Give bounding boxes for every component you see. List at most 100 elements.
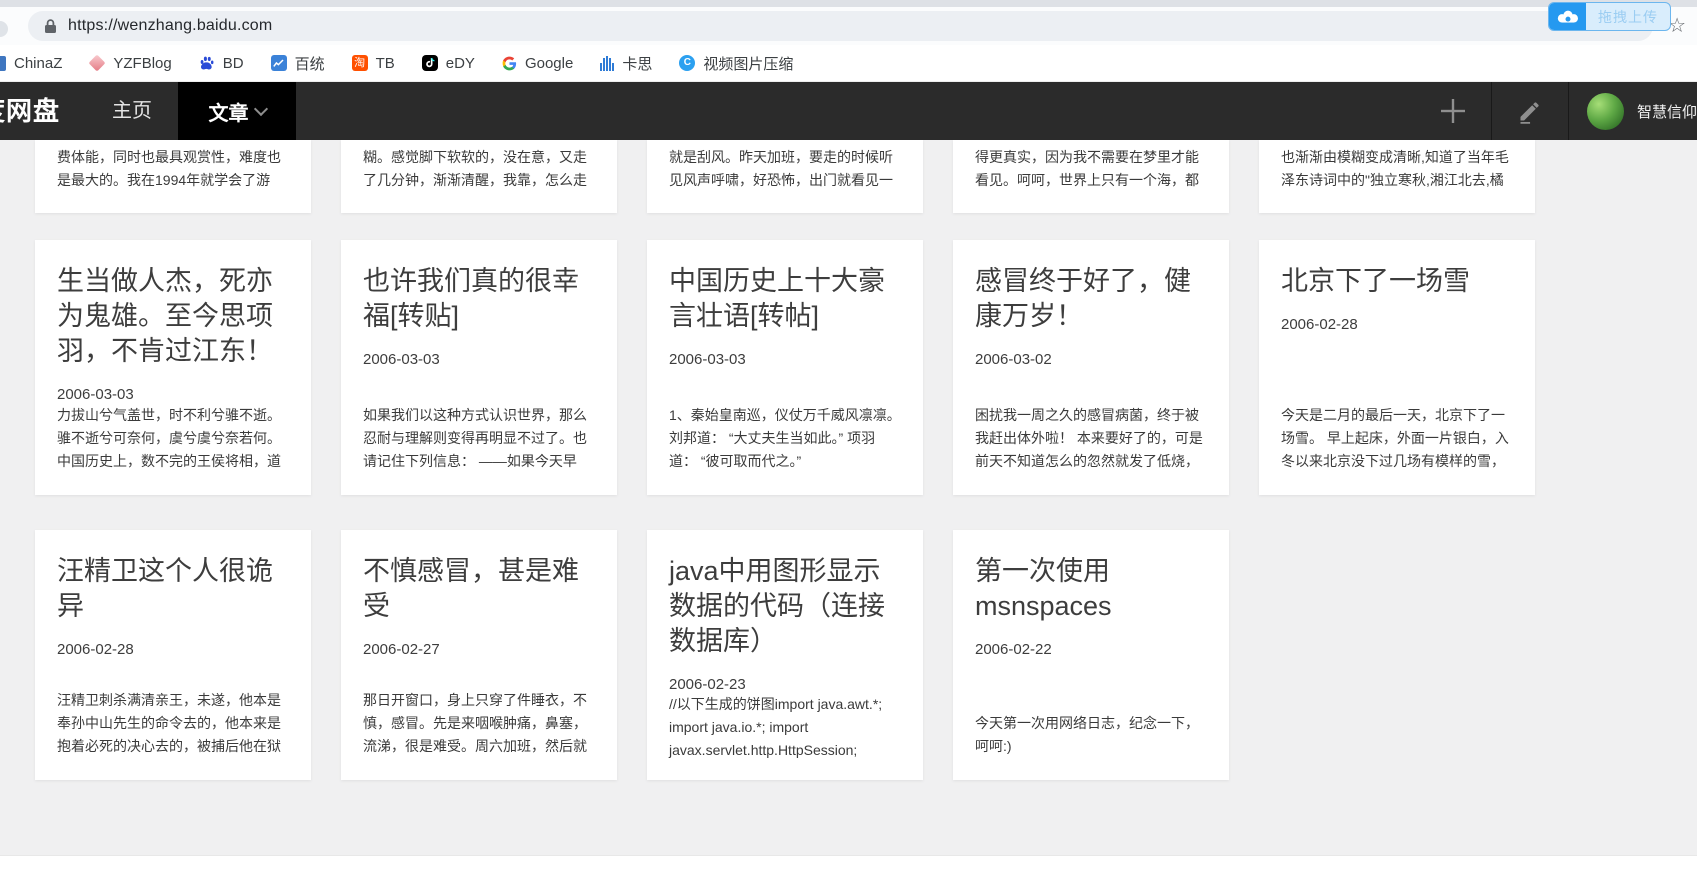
article-date: 2006-03-03 (669, 351, 901, 368)
lock-icon (44, 18, 57, 34)
article-card[interactable]: 不慎感冒，甚是难受 2006-02-27 那日开窗口，身上只穿了件睡衣，不慎，感… (341, 530, 617, 780)
article-card[interactable]: 生当做人杰，死亦为鬼雄。至今思项羽，不肯过江东！ 2006-03-03 力拔山兮… (35, 240, 311, 495)
add-button[interactable] (1415, 82, 1491, 140)
articles-grid: 费体能，同时也最具观赏性，难度也是最大的。我在1994年就学会了游 糊。感觉脚下… (0, 140, 1697, 856)
article-title: 北京下了一场雪 (1281, 264, 1513, 299)
article-date: 2006-03-03 (363, 351, 595, 368)
article-excerpt: 得更真实，因为我不需要在梦里才能看见。呵呵，世界上只有一个海，都 (975, 146, 1207, 192)
article-title: 第一次使用msnspaces (975, 554, 1207, 624)
pink-diamond-icon (89, 55, 106, 72)
article-card[interactable]: 费体能，同时也最具观赏性，难度也是最大的。我在1994年就学会了游 (35, 140, 311, 213)
address-bar[interactable]: https://wenzhang.baidu.com (28, 11, 1653, 41)
article-card[interactable]: 第一次使用msnspaces 2006-02-22 今天第一次用网络日志，纪念一… (953, 530, 1229, 780)
pencil-icon (1516, 98, 1543, 125)
netdisk-upload-label: 拖拽上传 (1586, 3, 1670, 30)
article-date: 2006-02-28 (1281, 316, 1513, 333)
bookmark-label: 百统 (295, 53, 325, 74)
baidu-netdisk-cloud-icon (1549, 3, 1586, 30)
bookmark-chinaz[interactable]: ChinaZ (0, 55, 62, 72)
bookmark-yzfblog[interactable]: YZFBlog (89, 55, 171, 72)
article-date: 2006-03-03 (57, 386, 289, 403)
article-excerpt: 今天第一次用网络日志，纪念一下，呵呵:) (975, 712, 1207, 758)
article-card[interactable]: 北京下了一场雪 2006-02-28 今天是二月的最后一天，北京下了一场雪。 早… (1259, 240, 1535, 495)
article-excerpt: 困扰我一周之久的感冒病菌，终于被我赶出体外啦！ 本来要好了的，可是前天不知道怎么… (975, 404, 1207, 473)
article-date: 2006-03-02 (975, 351, 1207, 368)
plus-icon (1438, 96, 1468, 126)
taobao-icon: 淘 (352, 55, 368, 71)
avatar (1587, 93, 1624, 130)
article-excerpt: 也渐渐由模糊变成清晰,知道了当年毛泽东诗词中的"独立寒秋,湘江北去,橘 (1281, 146, 1513, 192)
chevron-down-icon (253, 101, 267, 115)
site-logo[interactable]: 百度网盘 (0, 82, 80, 140)
article-title: 感冒终于好了，健康万岁！ (975, 264, 1207, 334)
article-title: 汪精卫这个人很诡异 (57, 554, 289, 624)
card-row-2: 汪精卫这个人很诡异 2006-02-28 汪精卫刺杀满清亲王，未遂，他本是奉孙中… (0, 530, 1697, 780)
article-excerpt: 糊。感觉脚下软软的，没在意，又走了几分钟，渐渐清醒，我靠，怎么走 (363, 146, 595, 192)
site-navbar: 百度网盘 主页 文章 智慧信仰 (0, 82, 1697, 140)
article-title: 生当做人杰，死亦为鬼雄。至今思项羽，不肯过江东！ (57, 264, 289, 369)
article-date: 2006-02-22 (975, 641, 1207, 658)
article-card[interactable]: 也许我们真的很幸福[转贴] 2006-03-03 如果我们以这种方式认识世界，那… (341, 240, 617, 495)
bookmark-label: BD (223, 55, 244, 72)
article-excerpt: 力拔山兮气盖世，时不利兮骓不逝。骓不逝兮可奈何，虞兮虞兮奈若何。中国历史上，数不… (57, 404, 289, 473)
vertical-bars-icon (600, 56, 614, 71)
bookmark-baitong[interactable]: 百统 (271, 53, 325, 74)
url-text: https://wenzhang.baidu.com (68, 17, 272, 35)
bookmark-label: TB (376, 55, 395, 72)
footer-strip (0, 855, 1697, 886)
bookmarks-bar: ChinaZ YZFBlog BD 百统 淘 TB eDY Google 卡思 (0, 45, 1697, 82)
nav-item-articles[interactable]: 文章 (178, 82, 296, 140)
article-card[interactable]: 也渐渐由模糊变成清晰,知道了当年毛泽东诗词中的"独立寒秋,湘江北去,橘 (1259, 140, 1535, 213)
article-card[interactable]: 就是刮风。昨天加班，要走的时候听见风声呼啸，好恐怖，出门就看见一 (647, 140, 923, 213)
bookmark-edy[interactable]: eDY (422, 55, 475, 72)
article-excerpt: 就是刮风。昨天加班，要走的时候听见风声呼啸，好恐怖，出门就看见一 (669, 146, 901, 192)
article-excerpt: //以下生成的饼图import java.awt.*; import java.… (669, 693, 901, 762)
toolbar-button-remnant (0, 21, 8, 37)
article-excerpt: 1、秦始皇南巡，仪仗万千威风凛凛。刘邦道： “大丈夫生当如此。” 项羽道： “彼… (669, 404, 901, 473)
article-excerpt: 今天是二月的最后一天，北京下了一场雪。 早上起床，外面一片银白，入冬以来北京没下… (1281, 404, 1513, 473)
nav-item-home[interactable]: 主页 (96, 82, 168, 140)
bookmark-kasi[interactable]: 卡思 (600, 53, 652, 74)
bookmark-label: YZFBlog (113, 55, 171, 72)
article-excerpt: 汪精卫刺杀满清亲王，未遂，他本是奉孙中山先生的命令去的，他本来是抱着必死的决心去… (57, 689, 289, 758)
article-title: 中国历史上十大豪言壮语[转帖] (669, 264, 901, 334)
bookmark-label: eDY (446, 55, 475, 72)
article-title: 也许我们真的很幸福[转贴] (363, 264, 595, 334)
circle-c-icon: C (679, 55, 695, 71)
username: 智慧信仰 (1637, 101, 1697, 122)
bookmark-tb[interactable]: 淘 TB (352, 55, 395, 72)
bookmark-bd[interactable]: BD (199, 55, 244, 72)
article-title: 不慎感冒，甚是难受 (363, 554, 595, 624)
google-g-icon (502, 56, 517, 71)
article-date: 2006-02-27 (363, 641, 595, 658)
tab-strip (0, 0, 1697, 7)
douyin-icon (422, 55, 438, 71)
article-card[interactable]: java中用图形显示数据的代码（连接数据库） 2006-02-23 //以下生成… (647, 530, 923, 780)
article-excerpt: 如果我们以这种方式认识世界，那么忍耐与理解则变得再明显不过了。也请记住下列信息：… (363, 404, 595, 473)
card-row-1: 生当做人杰，死亦为鬼雄。至今思项羽，不肯过江东！ 2006-03-03 力拔山兮… (0, 240, 1697, 495)
article-card[interactable]: 感冒终于好了，健康万岁！ 2006-03-02 困扰我一周之久的感冒病菌，终于被… (953, 240, 1229, 495)
baidu-paw-icon (199, 55, 215, 71)
card-row-partial: 费体能，同时也最具观赏性，难度也是最大的。我在1994年就学会了游 糊。感觉脚下… (0, 140, 1697, 213)
article-date: 2006-02-23 (669, 676, 901, 693)
chinaz-favicon-icon (0, 56, 6, 71)
article-card[interactable]: 汪精卫这个人很诡异 2006-02-28 汪精卫刺杀满清亲王，未遂，他本是奉孙中… (35, 530, 311, 780)
article-excerpt: 那日开窗口，身上只穿了件睡衣，不慎，感冒。先是来咽喉肿痛，鼻塞，流涕，很是难受。… (363, 689, 595, 758)
bookmark-label: Google (525, 55, 573, 72)
chart-line-icon (271, 55, 287, 71)
bookmark-compress[interactable]: C 视频图片压缩 (679, 53, 793, 74)
bookmark-label: 卡思 (622, 53, 652, 74)
article-card[interactable]: 中国历史上十大豪言壮语[转帖] 2006-03-03 1、秦始皇南巡，仪仗万千威… (647, 240, 923, 495)
article-date: 2006-02-28 (57, 641, 289, 658)
browser-toolbar: https://wenzhang.baidu.com ☆ (0, 7, 1697, 45)
bookmark-google[interactable]: Google (502, 55, 573, 72)
article-card[interactable]: 得更真实，因为我不需要在梦里才能看见。呵呵，世界上只有一个海，都 (953, 140, 1229, 213)
write-button[interactable] (1492, 82, 1568, 140)
bookmark-label: 视频图片压缩 (703, 53, 793, 74)
article-excerpt: 费体能，同时也最具观赏性，难度也是最大的。我在1994年就学会了游 (57, 146, 289, 192)
netdisk-upload-button[interactable]: 拖拽上传 (1548, 2, 1671, 31)
bookmark-label: ChinaZ (14, 55, 62, 72)
article-title: java中用图形显示数据的代码（连接数据库） (669, 554, 901, 659)
user-menu[interactable]: 智慧信仰 (1569, 82, 1697, 140)
article-card[interactable]: 糊。感觉脚下软软的，没在意，又走了几分钟，渐渐清醒，我靠，怎么走 (341, 140, 617, 213)
